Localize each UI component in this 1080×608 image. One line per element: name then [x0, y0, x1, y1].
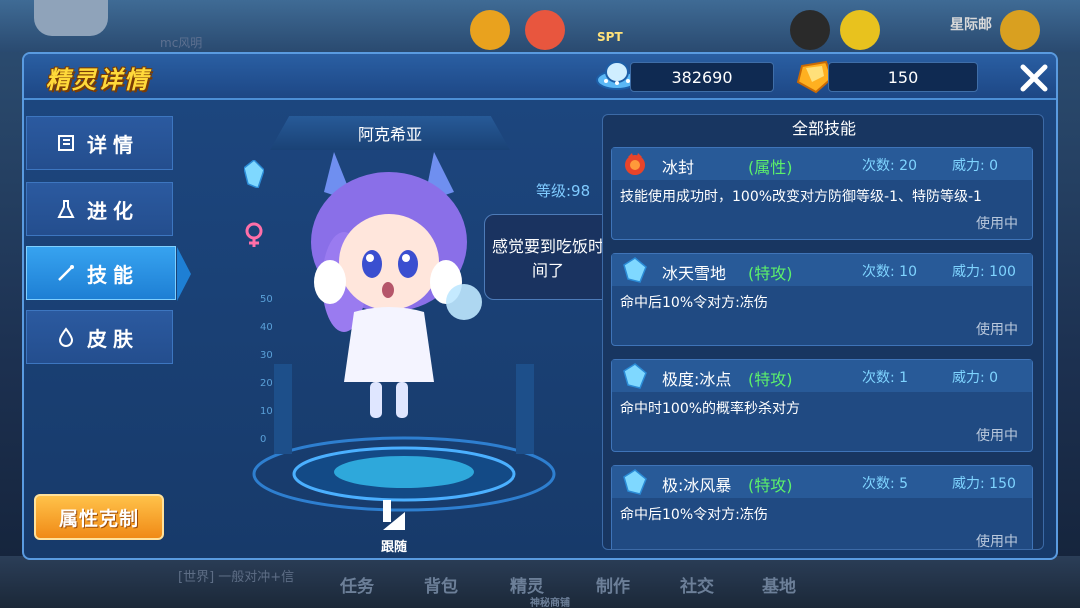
skill-description: 命中后10%令对方:冻伤: [620, 507, 768, 523]
background-nav-label: 任务: [340, 577, 374, 597]
pet-detail-panel: 精灵详情 382690 150 详情 进化 技能 皮肤 属性克制 阿克希亚 等级…: [22, 52, 1058, 560]
skill-description: 命中时100%的概率秒杀对方: [620, 401, 801, 417]
pet-level: 等级:98: [536, 182, 591, 200]
background-icon: [840, 10, 880, 50]
skill-power: 威力: 150: [952, 476, 1016, 492]
pet-character: [311, 152, 482, 418]
skill-count: 次数: 1: [862, 370, 909, 386]
background-button: [34, 0, 108, 36]
skill-card[interactable]: 极:冰风暴 (特攻) 次数: 5 威力: 150 命中后10%令对方:冻伤 使用…: [611, 465, 1033, 550]
skill-header: 极:冰风暴 (特攻) 次数: 5 威力: 150: [612, 466, 1032, 498]
skill-type: (特攻): [748, 370, 793, 389]
panel-header: 精灵详情 382690 150: [24, 54, 1056, 100]
skills-title: 全部技能: [791, 119, 856, 138]
follow-button[interactable]: 跟随: [374, 498, 414, 555]
background-mail-label: 星际邮: [950, 17, 992, 33]
follow-icon: [383, 500, 405, 530]
background-nav-label: 社交: [680, 577, 714, 597]
pet-display: 阿克希亚 等级:98 50 40 30 20 10 0 感觉要到吃饭时间了 跟随: [214, 114, 612, 564]
skill-description: 技能使用成功时，100%改变对方防御等级-1、特防等级-1: [620, 189, 982, 205]
currency-coins-value: 382690: [671, 67, 733, 87]
drop-icon: [55, 327, 77, 347]
background-nav-label: 制作: [596, 577, 630, 597]
background-spt-label: SPT: [597, 30, 623, 44]
skill-count: 次数: 20: [862, 158, 917, 174]
skill-in-use: 使用中: [976, 534, 1018, 550]
background-icon: [1000, 10, 1040, 50]
background-icon: [470, 10, 510, 50]
skill-name: 冰封: [662, 158, 695, 177]
skill-power: 威力: 0: [952, 158, 999, 174]
attribute-chart-button[interactable]: 属性克制: [34, 494, 164, 540]
skill-power: 威力: 0: [952, 370, 999, 386]
skill-header: 冰封 (属性) 次数: 20 威力: 0: [612, 148, 1032, 180]
skill-name: 极度:冰点: [662, 370, 732, 389]
active-tab-arrow: [177, 247, 191, 301]
female-gender-icon: [244, 222, 264, 252]
ice-element-icon: [243, 158, 265, 192]
scale-tick: 50: [260, 294, 273, 305]
currency-diamonds: 150: [828, 62, 978, 92]
close-icon: [1020, 64, 1048, 92]
skill-card[interactable]: 冰封 (属性) 次数: 20 威力: 0 技能使用成功时，100%改变对方防御等…: [611, 147, 1033, 240]
skill-name: 冰天雪地: [662, 264, 727, 283]
tab-skills-label: 技能: [87, 262, 139, 287]
tab-evolve[interactable]: 进化: [26, 182, 173, 236]
tab-details-label: 详情: [87, 132, 139, 157]
skill-in-use: 使用中: [976, 216, 1018, 232]
ice-crystal-icon: [623, 469, 647, 495]
background-chat-top: mc风明: [160, 36, 203, 50]
skill-in-use: 使用中: [976, 322, 1018, 338]
skill-type: (特攻): [748, 476, 793, 495]
panel-title: 精灵详情: [46, 66, 150, 94]
skill-card[interactable]: 冰天雪地 (特攻) 次数: 10 威力: 100 命中后10%令对方:冻伤 使用…: [611, 253, 1033, 346]
fire-orb-icon: [625, 153, 645, 175]
skill-header: 冰天雪地 (特攻) 次数: 10 威力: 100: [612, 254, 1032, 286]
skill-name: 极:冰风暴: [662, 476, 732, 495]
close-button[interactable]: [1016, 60, 1052, 96]
flask-icon: [55, 199, 77, 219]
book-icon: [55, 134, 77, 152]
background-chat-bottom: [世界] 一般对冲+信: [178, 570, 295, 585]
skill-type: (特攻): [748, 264, 793, 283]
pet-speech-bubble: 感觉要到吃饭时间了: [484, 214, 612, 300]
ice-crystal-icon: [623, 257, 647, 283]
ice-crystal-icon: [623, 363, 647, 389]
skill-power: 威力: 100: [952, 264, 1016, 280]
skill-card[interactable]: 极度:冰点 (特攻) 次数: 1 威力: 0 命中时100%的概率秒杀对方 使用…: [611, 359, 1033, 452]
tab-skills[interactable]: 技能: [26, 246, 191, 301]
background-icon: [525, 10, 565, 50]
skills-panel: 全部技能 冰封 (属性) 次数: 20 威力: 0 技能使用成功时，100%改变…: [602, 114, 1044, 550]
skill-description: 命中后10%令对方:冻伤: [620, 295, 768, 311]
currency-diamonds-value: 150: [887, 67, 919, 87]
tab-details[interactable]: 详情: [26, 116, 173, 170]
wand-icon: [55, 263, 77, 283]
currency-coins: 382690: [630, 62, 774, 92]
game-screen: mc风明 SPT 星际邮 [世界] 一般对冲+信 任务 背包 精灵 制作 社交 …: [0, 0, 1080, 608]
background-icon: [790, 10, 830, 50]
skill-count: 次数: 10: [862, 264, 917, 280]
skill-in-use: 使用中: [976, 428, 1018, 444]
tab-skins[interactable]: 皮肤: [26, 310, 173, 364]
background-nav-label: 背包: [424, 577, 458, 597]
skill-header: 极度:冰点 (特攻) 次数: 1 威力: 0: [612, 360, 1032, 392]
tab-skins-label: 皮肤: [87, 326, 139, 351]
skill-count: 次数: 5: [862, 476, 909, 492]
background-nav-label: 基地: [762, 577, 796, 597]
skill-type: (属性): [748, 158, 793, 177]
background-nav-sub: 神秘商铺: [530, 598, 570, 608]
follow-label: 跟随: [380, 540, 407, 555]
tab-evolve-label: 进化: [87, 198, 139, 223]
